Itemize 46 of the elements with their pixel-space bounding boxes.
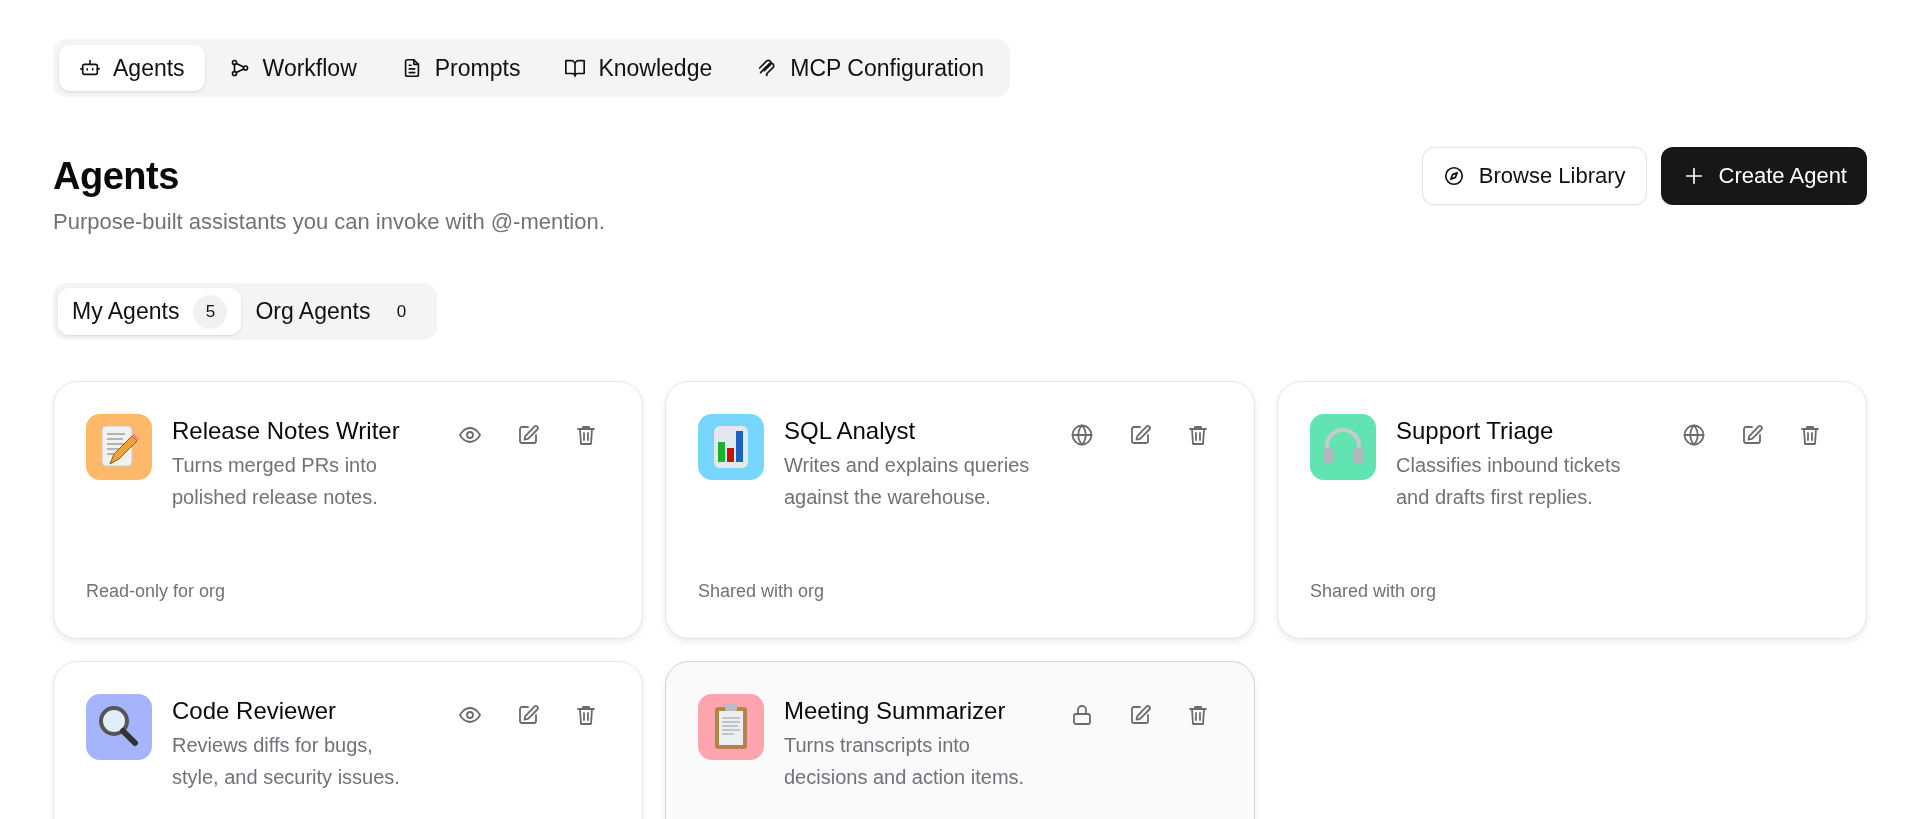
- agent-description: Turns merged PRs into polished release notes.: [172, 453, 379, 510]
- sharing-status: Shared with org: [1310, 581, 1438, 602]
- pencil-square-icon: [1740, 423, 1764, 447]
- globe-icon: [1682, 423, 1706, 447]
- globe-icon: [1070, 423, 1094, 447]
- page-subtitle: Purpose-built assistants you can invoke with @-mention.: [53, 209, 605, 235]
- nav-tab[interactable]: Workflow: [208, 45, 377, 91]
- agent-card[interactable]: Meeting Summarizer Turns transcripts into decisions and action items.: [665, 661, 1255, 819]
- filter-tab[interactable]: My Agents 5: [58, 288, 242, 335]
- count-badge: 5: [193, 294, 228, 329]
- compass-icon: [1442, 165, 1465, 187]
- agent-name: Release Notes Writer: [172, 416, 401, 446]
- pencil-square-icon: [516, 703, 540, 727]
- lock-icon: [1070, 703, 1094, 727]
- agent-card[interactable]: Support Triage Classifies inbound tickets and drafts first replies. Shared with org: [1277, 381, 1867, 639]
- sharing-status: Shared with org: [698, 581, 826, 602]
- nav-tab[interactable]: MCP Configuration: [736, 45, 1005, 91]
- filter-tab[interactable]: Org Agents 0: [241, 288, 433, 335]
- book-icon: [564, 57, 587, 79]
- pencil-square-icon: [516, 423, 540, 447]
- trash-icon: [574, 423, 598, 447]
- agent-name: Meeting Summarizer: [784, 696, 1007, 726]
- agent-card[interactable]: Release Notes Writer Turns merged PRs into polished release notes. Read-only for org: [53, 381, 643, 639]
- agent-name: Support Triage: [1396, 416, 1555, 446]
- nav-tab[interactable]: Knowledge: [544, 45, 733, 91]
- agent-description: Turns transcripts into decisions and action items.: [784, 733, 1026, 790]
- sharing-status: Read-only for org: [86, 581, 227, 602]
- agent-card[interactable]: SQL Analyst Writes and explains queries against the warehouse. Shared with org: [665, 381, 1255, 639]
- trash-icon: [574, 703, 598, 727]
- create-agent-button[interactable]: Create Agent: [1660, 147, 1867, 205]
- browse-library-button[interactable]: Browse Library: [1421, 147, 1647, 205]
- count-label: 0: [395, 300, 408, 323]
- page-title: Agents: [53, 154, 180, 199]
- agent-name: SQL Analyst: [784, 416, 917, 446]
- trash-icon: [1186, 703, 1210, 727]
- agent-name: Code Reviewer: [172, 696, 338, 726]
- trash-icon: [1798, 423, 1822, 447]
- agent-description: Reviews diffs for bugs, style, and security issues.: [172, 733, 401, 790]
- agent-description: Writes and explains queries against the warehouse.: [784, 453, 1031, 510]
- pencil-square-icon: [1128, 423, 1152, 447]
- trash-icon: [1186, 423, 1210, 447]
- agent-description: Classifies inbound tickets and drafts first replies.: [1396, 453, 1622, 510]
- pencil-square-icon: [1128, 703, 1152, 727]
- nav-tab[interactable]: Agents: [59, 45, 205, 91]
- nav-tab[interactable]: Prompts: [380, 45, 541, 91]
- agent-card[interactable]: Code Reviewer Reviews diffs for bugs, style, and security issues.: [53, 661, 643, 819]
